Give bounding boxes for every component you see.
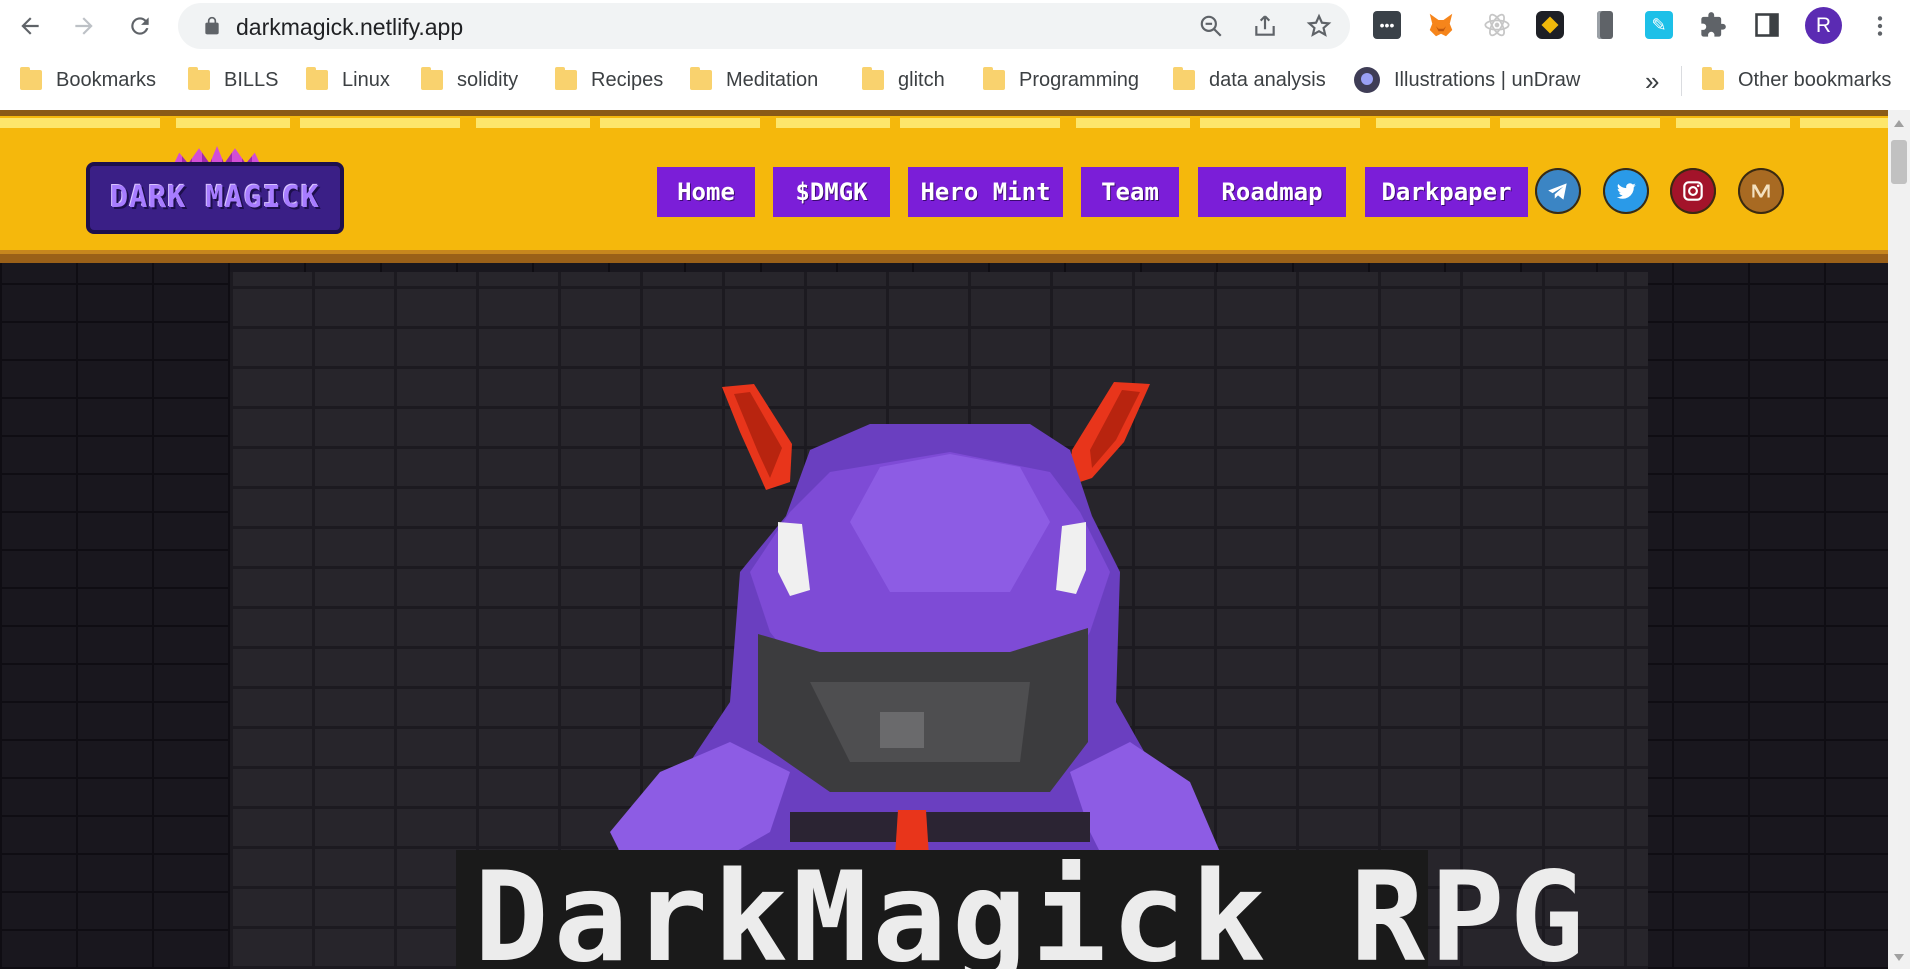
password-manager-icon[interactable]: •••	[1370, 8, 1404, 42]
page-scrollbar[interactable]	[1888, 110, 1910, 969]
bookmark-meditation[interactable]: Meditation	[690, 62, 818, 98]
back-arrow-icon	[21, 17, 39, 35]
binance-icon[interactable]	[1533, 8, 1567, 42]
twitter-icon[interactable]	[1603, 168, 1649, 214]
scroll-down-arrow-icon[interactable]	[1894, 954, 1904, 961]
sidebar-icon[interactable]	[1750, 8, 1784, 42]
zoom-button[interactable]	[1196, 11, 1226, 41]
folder-icon	[690, 67, 712, 90]
nav-hero-mint[interactable]: Hero Mint	[908, 167, 1063, 217]
bookmark-other[interactable]: Other bookmarks	[1702, 62, 1891, 98]
instagram-icon[interactable]	[1670, 168, 1716, 214]
folder-icon	[983, 67, 1005, 90]
zoom-out-icon	[1200, 15, 1222, 37]
forward-arrow-icon	[75, 17, 93, 35]
logo-text: DARK MAGICK	[110, 180, 320, 215]
bookmark-recipes[interactable]: Recipes	[555, 62, 663, 98]
react-devtools-icon[interactable]	[1480, 8, 1514, 42]
folder-icon	[862, 67, 884, 90]
folder-icon	[306, 67, 328, 90]
scroll-up-arrow-icon[interactable]	[1894, 120, 1904, 127]
nav-home[interactable]: Home	[657, 167, 755, 217]
phone-icon[interactable]	[1588, 8, 1622, 42]
folder-icon	[188, 67, 210, 90]
folder-icon	[555, 67, 577, 90]
address-bar[interactable]: darkmagick.netlify.app	[178, 3, 1350, 49]
site-logo[interactable]: DARK MAGICK	[86, 146, 344, 236]
nav-dmgk[interactable]: $DMGK	[773, 167, 890, 217]
page-viewport: DARK MAGICK Home $DMGK Hero Mint Team Ro…	[0, 110, 1888, 969]
nav-team[interactable]: Team	[1081, 167, 1179, 217]
bookmark-solidity[interactable]: solidity	[421, 62, 518, 98]
bookmark-star-button[interactable]	[1304, 11, 1334, 41]
star-icon	[1306, 13, 1332, 37]
bookmark-programming[interactable]: Programming	[983, 62, 1139, 98]
browser-menu-button[interactable]	[1860, 6, 1900, 46]
header-bottom-border	[0, 250, 1888, 263]
hero-title: DarkMagick RPG	[474, 846, 1590, 969]
folder-icon	[1702, 67, 1724, 90]
nav-darkpaper[interactable]: Darkpaper	[1365, 167, 1528, 217]
undraw-icon	[1354, 67, 1380, 93]
bookmarks-divider	[1681, 66, 1682, 96]
hood-crest	[850, 454, 1050, 592]
telegram-icon[interactable]	[1535, 168, 1581, 214]
bookmark-bills[interactable]: BILLS	[188, 62, 278, 98]
url-text[interactable]: darkmagick.netlify.app	[236, 14, 463, 41]
folder-icon	[1173, 67, 1195, 90]
browser-toolbar: darkmagick.netlify.app ••• ✎ R	[0, 0, 1910, 52]
face-mask-glint	[880, 712, 924, 748]
bookmark-linux[interactable]: Linux	[306, 62, 390, 98]
header-dashed-stripe	[0, 118, 1888, 128]
feather-icon[interactable]: ✎	[1642, 8, 1676, 42]
metamask-fox-icon[interactable]	[1424, 8, 1458, 42]
bookmark-data-analysis[interactable]: data analysis	[1173, 62, 1326, 98]
puzzle-icon[interactable]	[1696, 8, 1730, 42]
share-button[interactable]	[1250, 11, 1280, 41]
bookmark-glitch[interactable]: glitch	[862, 62, 945, 98]
site-header: DARK MAGICK Home $DMGK Hero Mint Team Ro…	[0, 110, 1888, 263]
reload-button[interactable]	[120, 6, 160, 46]
reload-icon	[131, 17, 149, 35]
bookmarks-overflow-button[interactable]: »	[1645, 66, 1659, 97]
forward-button[interactable]	[64, 6, 104, 46]
scroll-thumb[interactable]	[1891, 140, 1907, 184]
hero-title-plate: DarkMagick RPG	[456, 850, 1584, 969]
bookmark-undraw[interactable]: Illustrations | unDraw	[1354, 62, 1580, 98]
lock-icon	[205, 16, 219, 35]
bookmark-bookmarks[interactable]: Bookmarks	[20, 62, 156, 98]
back-button[interactable]	[10, 6, 50, 46]
profile-avatar[interactable]: R	[1805, 7, 1842, 44]
nav-roadmap[interactable]: Roadmap	[1198, 167, 1346, 217]
chest-band	[790, 812, 1090, 842]
medium-icon[interactable]	[1738, 168, 1784, 214]
header-top-border	[0, 110, 1888, 116]
folder-icon	[421, 67, 443, 90]
folder-icon	[20, 67, 42, 90]
share-icon	[1255, 15, 1275, 36]
kebab-menu-icon	[1877, 16, 1883, 36]
bookmarks-bar: Bookmarks BILLS Linux solidity Recipes M…	[0, 52, 1910, 110]
